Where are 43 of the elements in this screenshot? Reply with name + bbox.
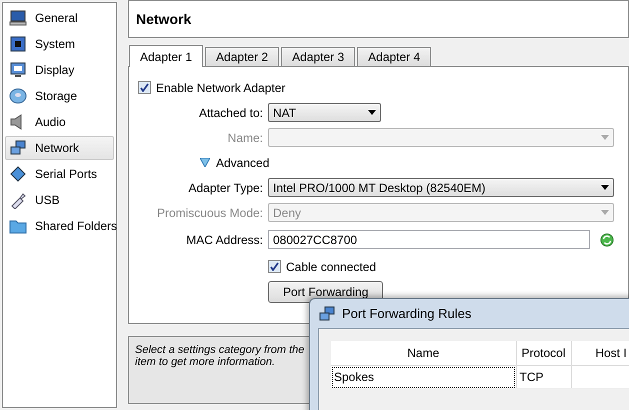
adapter-tab[interactable]: Adapter 4 xyxy=(357,47,432,66)
attached-to-dropdown[interactable]: NAT xyxy=(268,103,381,122)
network-icon xyxy=(318,304,336,322)
refresh-icon[interactable] xyxy=(600,232,614,248)
table-cell[interactable]: TCP xyxy=(516,366,571,388)
page-header: Network xyxy=(128,0,629,38)
dialog-title: Port Forwarding Rules xyxy=(342,306,472,321)
checkbox[interactable] xyxy=(268,260,281,273)
network-icon xyxy=(9,139,27,157)
expand-triangle-icon xyxy=(200,158,210,167)
checkbox[interactable] xyxy=(138,81,151,94)
sidebar-item[interactable]: Network xyxy=(5,136,114,160)
sidebar-item[interactable]: Shared Folders xyxy=(5,214,114,238)
field-label: MAC Address: xyxy=(185,232,264,246)
help-text: item to get more information. xyxy=(135,356,276,368)
field-label: Promiscuous Mode: xyxy=(156,206,264,220)
sidebar-item[interactable]: Serial Ports xyxy=(5,162,114,186)
table-cell[interactable]: Spokes xyxy=(331,366,516,388)
column-header[interactable]: Name xyxy=(331,341,516,366)
adapter-type-dropdown[interactable]: Intel PRO/1000 MT Desktop (82540EM) xyxy=(268,178,614,197)
advanced-toggle[interactable]: Advanced xyxy=(200,156,270,170)
field-label: Adapter Type: xyxy=(188,180,264,194)
monitor-icon xyxy=(9,9,27,27)
sidebar-item[interactable]: USB xyxy=(5,188,114,212)
sidebar-item[interactable]: Audio xyxy=(5,110,114,134)
mac-address-field[interactable]: 080027CC8700 xyxy=(268,230,590,249)
field-label: Name: xyxy=(226,130,264,144)
checkbox-label: Enable Network Adapter xyxy=(156,80,286,94)
sidebar-item[interactable]: Display xyxy=(5,58,114,82)
display-icon xyxy=(9,61,27,79)
adapter-tab[interactable]: Adapter 3 xyxy=(281,47,356,66)
sidebar-item[interactable]: Storage xyxy=(5,84,114,108)
sidebar-item[interactable]: General xyxy=(5,6,114,30)
column-header[interactable]: Host I xyxy=(571,341,629,366)
adapter-tab[interactable]: Adapter 1 xyxy=(129,45,204,67)
chip-icon xyxy=(9,35,27,53)
disk-icon xyxy=(9,87,27,105)
adapter-tab[interactable]: Adapter 2 xyxy=(205,47,280,66)
field-label: Attached to: xyxy=(198,106,264,120)
checkbox-label: Cable connected xyxy=(286,260,376,274)
help-text: Select a settings category from the xyxy=(135,344,304,356)
column-header[interactable]: Protocol xyxy=(516,341,571,366)
sidebar-item[interactable]: System xyxy=(5,32,114,56)
